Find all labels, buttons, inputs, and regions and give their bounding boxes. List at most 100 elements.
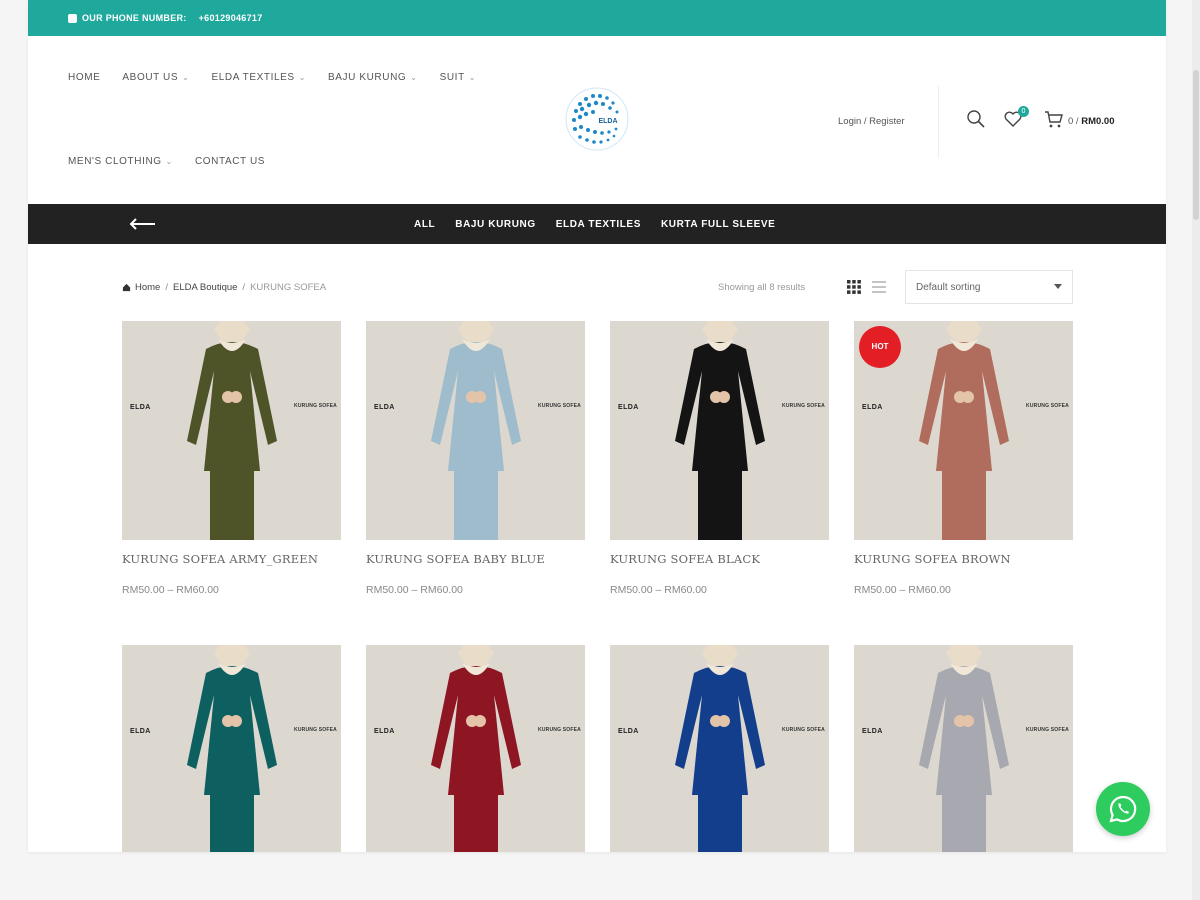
- nav-item-label: CONTACT US: [194, 156, 266, 167]
- nav-item-label: MEN'S CLOTHING: [68, 156, 162, 167]
- product-price: RM50.00 – RM60.00: [366, 584, 463, 596]
- sort-select[interactable]: Default sorting: [905, 270, 1073, 304]
- product-name[interactable]: KURUNG SOFEA BABY BLUE: [366, 552, 585, 566]
- product-model-figure: [431, 321, 521, 540]
- category-all[interactable]: ALL: [414, 219, 435, 230]
- logo-text: ELDA: [598, 118, 617, 125]
- login-register-link[interactable]: Login / Register: [838, 116, 905, 127]
- product-collection-tag: KURUNG SOFEA: [294, 403, 337, 409]
- nav-item-contact-us[interactable]: CONTACT US: [195, 156, 265, 167]
- nav-item-about-us[interactable]: ABOUT US ⌄: [122, 72, 189, 83]
- product-brand-tag: ELDA: [374, 728, 395, 735]
- main-nav-row-1: HOME ABOUT US ⌄ ELDA TEXTILES ⌄ BAJU KURUNG ⌄ S…: [68, 72, 498, 83]
- product-collection-tag: KURUNG SOFEA: [538, 403, 581, 409]
- chevron-down-icon: ⌄: [165, 157, 173, 166]
- product-collection-tag: KURUNG SOFEA: [538, 727, 581, 733]
- phone-label: OUR PHONE NUMBER:: [82, 13, 187, 23]
- product-brand-tag: ELDA: [130, 728, 151, 735]
- nav-item-suit[interactable]: SUIT ⌄: [440, 72, 477, 83]
- product-card[interactable]: ELDA KURUNG SOFEA: [366, 645, 585, 852]
- product-collection-tag: KURUNG SOFEA: [1026, 403, 1069, 409]
- wishlist-count-badge: 0: [1018, 106, 1029, 117]
- nav-item-elda-textiles[interactable]: ELDA TEXTILES ⌄: [211, 72, 306, 83]
- product-card[interactable]: ELDA KURUNG SOFEA KURUNG SOFEA BABY BLUE RM…: [366, 321, 585, 596]
- product-card[interactable]: ELDA KURUNG SOFEA: [854, 645, 1073, 852]
- product-collection-tag: KURUNG SOFEA: [782, 403, 825, 409]
- cart-count: 0: [1068, 116, 1074, 127]
- main-nav-row-2: MEN'S CLOTHING ⌄ CONTACT US: [68, 156, 287, 167]
- product-card[interactable]: ELDA KURUNG SOFEA KURUNG SOFEA BLACK RM50.0…: [610, 321, 829, 596]
- whatsapp-chat-button[interactable]: [1096, 782, 1150, 836]
- chevron-down-icon: ⌄: [410, 73, 418, 82]
- product-model-figure: [675, 321, 765, 540]
- breadcrumb-separator: /: [242, 282, 246, 293]
- product-model-figure: [675, 645, 765, 852]
- results-count: Showing all 8 results: [718, 282, 806, 293]
- cart-summary[interactable]: 0 / RM0.00: [1068, 116, 1114, 127]
- nav-item-home[interactable]: HOME: [68, 72, 100, 83]
- product-card[interactable]: ELDA KURUNG SOFEA KURUNG SOFEA ARMY_GREEN R…: [122, 321, 341, 596]
- product-card[interactable]: ELDA KURUNG SOFEA HOT KURUNG SOFEA BROWN RM5…: [854, 321, 1073, 596]
- phone-number[interactable]: +60129046717: [199, 13, 263, 23]
- product-image[interactable]: ELDA KURUNG SOFEA: [122, 645, 341, 852]
- product-brand-tag: ELDA: [618, 404, 639, 411]
- product-name[interactable]: KURUNG SOFEA BLACK: [610, 552, 829, 566]
- product-image[interactable]: ELDA KURUNG SOFEA HOT: [854, 321, 1073, 540]
- product-image[interactable]: ELDA KURUNG SOFEA: [610, 645, 829, 852]
- category-bar: ALL BAJU KURUNG ELDA TEXTILES KURTA FULL SL…: [28, 204, 1166, 244]
- product-model-figure: [187, 321, 277, 540]
- scrollbar-thumb[interactable]: [1193, 70, 1199, 220]
- product-model-figure: [919, 645, 1009, 852]
- whatsapp-icon: [1109, 795, 1137, 823]
- nav-item-label: BAJU KURUNG: [328, 72, 407, 83]
- product-image[interactable]: ELDA KURUNG SOFEA: [854, 645, 1073, 852]
- product-model-figure: [431, 645, 521, 852]
- product-collection-tag: KURUNG SOFEA: [1026, 727, 1069, 733]
- product-brand-tag: ELDA: [130, 404, 151, 411]
- cart-total: RM0.00: [1081, 116, 1115, 127]
- product-model-figure: [187, 645, 277, 852]
- nav-item-label: HOME: [68, 72, 101, 83]
- category-baju-kurung[interactable]: BAJU KURUNG: [455, 219, 536, 230]
- breadcrumb-current: KURUNG SOFEA: [250, 282, 327, 293]
- cart-icon[interactable]: [1044, 109, 1064, 129]
- chevron-down-icon: [1054, 284, 1062, 289]
- product-brand-tag: ELDA: [862, 404, 883, 411]
- breadcrumb-home[interactable]: Home: [135, 282, 160, 293]
- product-image[interactable]: ELDA KURUNG SOFEA: [122, 321, 341, 540]
- product-name[interactable]: KURUNG SOFEA BROWN: [854, 552, 1073, 566]
- phone-icon: [68, 13, 77, 23]
- product-name[interactable]: KURUNG SOFEA ARMY_GREEN: [122, 552, 341, 566]
- product-price: RM50.00 – RM60.00: [610, 584, 707, 596]
- page-scrollbar[interactable]: [1192, 0, 1200, 900]
- breadcrumb-parent[interactable]: ELDA Boutique: [173, 282, 237, 293]
- product-card[interactable]: ELDA KURUNG SOFEA: [610, 645, 829, 852]
- product-image[interactable]: ELDA KURUNG SOFEA: [610, 321, 829, 540]
- home-icon: [122, 283, 131, 292]
- product-brand-tag: ELDA: [862, 728, 883, 735]
- grid-view-icon[interactable]: [846, 279, 862, 295]
- chevron-down-icon: ⌄: [468, 73, 477, 82]
- product-card[interactable]: ELDA KURUNG SOFEA: [122, 645, 341, 852]
- page-container: OUR PHONE NUMBER: +60129046717 HOME ABOUT…: [28, 0, 1166, 852]
- nav-item-label: ABOUT US: [122, 72, 179, 83]
- sort-selected-value: Default sorting: [916, 281, 981, 293]
- chevron-down-icon: ⌄: [182, 73, 190, 82]
- list-view-icon[interactable]: [871, 279, 887, 295]
- product-image[interactable]: ELDA KURUNG SOFEA: [366, 645, 585, 852]
- site-header: HOME ABOUT US ⌄ ELDA TEXTILES ⌄ BAJU KURUNG ⌄ S…: [28, 36, 1166, 204]
- nav-item-men-s-clothing[interactable]: MEN'S CLOTHING ⌄: [68, 156, 173, 167]
- nav-item-baju-kurung[interactable]: BAJU KURUNG ⌄: [328, 72, 418, 83]
- search-icon[interactable]: [966, 109, 986, 129]
- back-arrow-icon[interactable]: [128, 216, 156, 232]
- site-logo[interactable]: ELDA: [564, 86, 630, 152]
- product-brand-tag: ELDA: [618, 728, 639, 735]
- product-image[interactable]: ELDA KURUNG SOFEA: [366, 321, 585, 540]
- category-elda-textiles[interactable]: ELDA TEXTILES: [556, 219, 641, 230]
- product-collection-tag: KURUNG SOFEA: [782, 727, 825, 733]
- chevron-down-icon: ⌄: [298, 73, 306, 82]
- nav-item-label: SUIT: [439, 72, 465, 83]
- hot-badge: HOT: [859, 326, 901, 368]
- category-kurta-full-sleeve[interactable]: KURTA FULL SLEEVE: [661, 219, 775, 230]
- top-contact-bar: OUR PHONE NUMBER: +60129046717: [28, 0, 1166, 36]
